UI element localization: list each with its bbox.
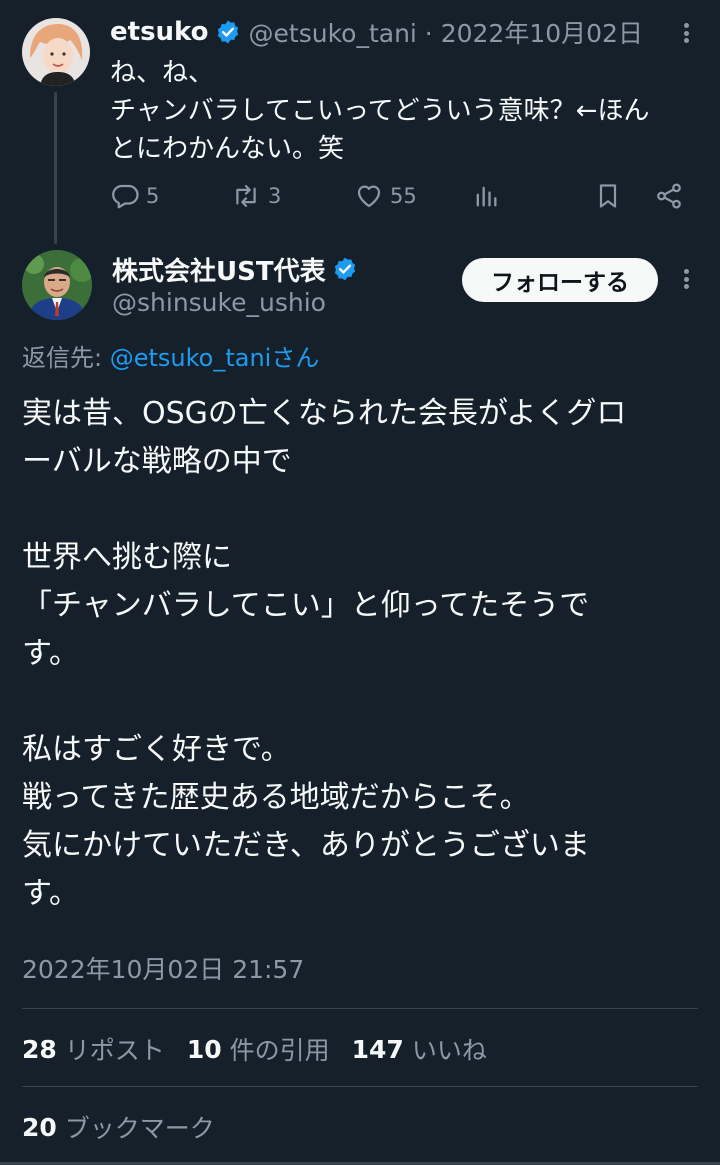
bookmarks-stat-label: ブックマーク (64, 1114, 215, 1143)
share-icon (654, 181, 684, 211)
reposts-stat[interactable]: 28 リポスト (22, 1031, 165, 1067)
engagement-stats-row: 28 リポスト 10 件の引用 147 いいね (22, 1028, 509, 1070)
parent-avatar[interactable] (22, 18, 90, 86)
tweet-timestamp[interactable]: 2022年10月02日 21:57 (22, 950, 304, 986)
reposts-stat-label: リポスト (64, 1036, 165, 1065)
verified-badge-icon (332, 256, 358, 282)
bookmarks-stat-row: 20 ブックマーク (22, 1106, 237, 1148)
thread-connector-line (54, 92, 57, 244)
reposts-stat-count: 28 (22, 1034, 57, 1064)
reply-author-handle[interactable]: @shinsuke_ushio (112, 288, 326, 317)
reply-to-mention-link[interactable]: @etsuko_taniさん (110, 344, 320, 372)
like-button[interactable]: 55 (354, 174, 417, 218)
parent-author-name[interactable]: etsuko (110, 17, 209, 47)
reply-to-prefix: 返信先: (22, 344, 110, 372)
quotes-stat-label: 件の引用 (229, 1036, 330, 1065)
parent-header: etsuko @etsuko_tani · 2022年10月02日 (110, 14, 643, 50)
reply-count: 5 (146, 184, 160, 208)
follow-button[interactable]: フォローする (462, 258, 658, 302)
reply-author-name[interactable]: 株式会社UST代表 (112, 251, 326, 288)
reply-to-line: 返信先: @etsuko_taniさん (22, 338, 319, 373)
parent-tweet-text: ね、ね、 チャンバラしてこいってどういう意味？←ほん とにわかんない。笑 (110, 54, 702, 168)
repost-count: 3 (268, 184, 282, 208)
likes-stat[interactable]: 147 いいね (352, 1031, 487, 1067)
more-icon[interactable] (676, 18, 696, 48)
reply-author-avatar[interactable] (22, 250, 92, 320)
divider (22, 1086, 698, 1087)
body-line: 戦ってきた歴史ある地域だからこそ。 (22, 780, 530, 815)
parent-action-bar: 5 3 55 (110, 174, 690, 218)
bookmarks-stat[interactable]: 20 ブックマーク (22, 1109, 215, 1145)
views-icon (472, 181, 500, 211)
body-line: す。 (22, 876, 79, 911)
parent-text-line: とにわかんない。笑 (110, 134, 345, 164)
body-line: 世界へ挑む際に (22, 540, 232, 575)
like-icon (354, 181, 384, 211)
bookmark-icon (594, 181, 622, 211)
divider (22, 1008, 698, 1009)
more-icon[interactable] (676, 264, 696, 294)
likes-stat-label: いいね (411, 1036, 487, 1065)
parent-text-line: チャンバラしてこいってどういう意味？←ほん (110, 96, 650, 126)
body-line: ーバルな戦略の中で (22, 444, 292, 479)
quotes-stat-count: 10 (186, 1034, 222, 1064)
views-button[interactable] (472, 174, 500, 218)
share-button[interactable] (654, 174, 684, 218)
repost-icon (230, 181, 262, 211)
bookmark-button[interactable] (594, 174, 622, 218)
bookmarks-stat-count: 20 (22, 1112, 57, 1142)
reply-tweet-text: 実は昔、OSGの亡くなられた会長がよくグロ ーバルな戦略の中で 世界へ挑む際に … (22, 390, 702, 918)
likes-stat-count: 147 (351, 1034, 404, 1064)
parent-handle-time[interactable]: @etsuko_tani · 2022年10月02日 (249, 14, 643, 50)
verified-badge-icon (215, 19, 241, 45)
parent-text-line: ね、ね、 (110, 58, 215, 88)
body-line: 「チャンバラしてこい」と仰ってたそうで (22, 588, 590, 623)
body-line: 気にかけていただき、ありがとうございま (22, 828, 590, 863)
repost-button[interactable]: 3 (230, 174, 281, 218)
reply-button[interactable]: 5 (110, 174, 159, 218)
body-line: 私はすごく好きで。 (22, 732, 291, 767)
body-line: 実は昔、OSGの亡くなられた会長がよくグロ (22, 396, 627, 431)
reply-icon (110, 181, 140, 211)
body-line: す。 (22, 636, 79, 671)
quotes-stat[interactable]: 10 件の引用 (187, 1031, 330, 1067)
reply-header: 株式会社UST代表 (112, 250, 358, 288)
like-count: 55 (390, 184, 417, 208)
